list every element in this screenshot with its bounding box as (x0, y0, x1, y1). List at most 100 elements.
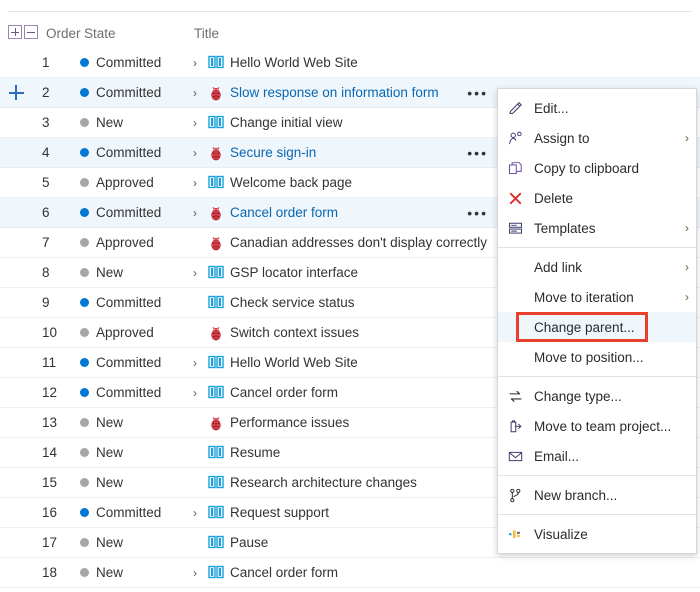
feature-icon-svg (208, 355, 224, 369)
feature-icon-svg (208, 445, 224, 459)
state-dot-icon (80, 208, 89, 217)
expand-all-button[interactable] (0, 24, 22, 42)
row-title-text[interactable]: Research architecture changes (230, 475, 417, 490)
state-dot-icon (80, 88, 89, 97)
chevron-right-icon[interactable]: › (190, 146, 206, 160)
row-title-text[interactable]: Hello World Web Site (230, 355, 358, 370)
row-title-text[interactable]: Welcome back page (230, 175, 352, 190)
menu-item-label: Visualize (534, 526, 588, 542)
feature-icon-svg (208, 535, 224, 549)
menu-item-label: New branch... (534, 487, 618, 503)
row-title-text[interactable]: Change initial view (230, 115, 343, 130)
close-x-icon-svg (509, 192, 522, 204)
table-row[interactable]: 1 Committed › Hello World Web Site (0, 48, 700, 78)
row-title-text[interactable]: Slow response on information form (230, 85, 439, 100)
menu-separator (498, 376, 696, 377)
row-title-text[interactable]: Performance issues (230, 415, 349, 430)
row-order-value: 16 (42, 505, 58, 520)
state-dot-icon (80, 568, 89, 577)
row-title-text[interactable]: Cancel order form (230, 565, 338, 580)
menu-item-edit[interactable]: Edit... (498, 93, 696, 123)
feature-icon-svg (208, 505, 224, 519)
row-order-value: 11 (42, 355, 57, 370)
context-menu[interactable]: Edit... Assign to › Copy to clipboard Delete… (497, 88, 697, 554)
menu-item-new-branch[interactable]: New branch... (498, 480, 696, 510)
row-state-label: New (96, 445, 124, 460)
menu-item-email[interactable]: Email... (498, 441, 696, 471)
templates-icon-svg (509, 222, 522, 234)
chevron-right-icon[interactable]: › (190, 206, 206, 220)
row-title-text[interactable]: Cancel order form (230, 385, 338, 400)
menu-item-assign-to[interactable]: Assign to › (498, 123, 696, 153)
chevron-right-icon[interactable]: › (190, 176, 206, 190)
row-state-label: Approved (96, 175, 154, 190)
row-expand-plus-button[interactable] (0, 85, 32, 100)
row-state-label: New (96, 115, 124, 130)
row-state-label: New (96, 535, 124, 550)
row-title-text[interactable]: Cancel order form (230, 205, 338, 220)
bug-icon-svg (211, 236, 221, 250)
menu-item-label: Copy to clipboard (534, 160, 640, 176)
row-order-value: 10 (42, 325, 58, 340)
menu-item-templates[interactable]: Templates › (498, 213, 696, 243)
row-title-text[interactable]: Resume (230, 445, 280, 460)
grid-header-row: Order State Title (0, 20, 700, 46)
row-more-actions-button[interactable]: ••• (467, 206, 488, 220)
bug-icon-svg (211, 326, 221, 340)
menu-item-copy-to-clipboard[interactable]: Copy to clipboard (498, 153, 696, 183)
minus-square-icon (24, 24, 38, 39)
state-dot-icon (80, 448, 89, 457)
feature-icon (206, 55, 226, 70)
feature-icon (206, 295, 226, 310)
menu-item-change-parent[interactable]: Change parent... (498, 312, 696, 342)
bug-icon (206, 145, 226, 161)
bug-icon (206, 205, 226, 221)
menu-item-delete[interactable]: Delete (498, 183, 696, 213)
feature-icon-svg (208, 565, 224, 579)
row-more-actions-button[interactable]: ••• (467, 86, 488, 100)
chevron-right-icon[interactable]: › (190, 566, 206, 580)
table-row[interactable]: 18 New › Cancel order form (0, 558, 700, 588)
row-state-label: New (96, 475, 124, 490)
row-title-text[interactable]: Canadian addresses don't display correct… (230, 235, 487, 250)
bug-icon (206, 85, 226, 101)
row-order-value: 17 (42, 535, 58, 550)
chevron-right-icon[interactable]: › (190, 506, 206, 520)
row-state-label: Committed (96, 295, 162, 310)
chevron-right-icon[interactable]: › (190, 86, 206, 100)
menu-item-change-type[interactable]: Change type... (498, 381, 696, 411)
row-title-text[interactable]: Pause (230, 535, 268, 550)
row-title-text[interactable]: Hello World Web Site (230, 55, 358, 70)
row-title-text[interactable]: Request support (230, 505, 329, 520)
menu-item-move-to-team-project[interactable]: Move to team project... (498, 411, 696, 441)
chevron-right-icon[interactable]: › (190, 56, 206, 70)
chevron-right-icon[interactable]: › (190, 116, 206, 130)
chevron-right-icon[interactable]: › (190, 356, 206, 370)
column-header-order[interactable]: Order (32, 26, 81, 41)
row-title-text[interactable]: GSP locator interface (230, 265, 358, 280)
swap-icon (508, 389, 534, 404)
menu-item-visualize[interactable]: Visualize (498, 519, 696, 549)
menu-item-move-to-iteration[interactable]: Move to iteration › (498, 282, 696, 312)
menu-separator (498, 475, 696, 476)
row-state-label: Committed (96, 505, 162, 520)
menu-item-move-to-position[interactable]: Move to position... (498, 342, 696, 372)
row-state-cell: Approved (80, 325, 190, 340)
feature-icon (206, 535, 226, 550)
menu-item-label: Change parent... (534, 319, 635, 335)
row-state-cell: New (80, 115, 190, 130)
row-state-label: Committed (96, 355, 162, 370)
row-title-text[interactable]: Secure sign-in (230, 145, 316, 160)
menu-item-add-link[interactable]: Add link › (498, 252, 696, 282)
row-state-label: Committed (96, 205, 162, 220)
row-order-value: 12 (42, 385, 58, 400)
column-header-state[interactable]: State (80, 26, 190, 41)
row-title-text[interactable]: Check service status (230, 295, 355, 310)
row-title-text[interactable]: Switch context issues (230, 325, 359, 340)
column-header-title[interactable]: Title (190, 26, 700, 41)
chevron-right-icon[interactable]: › (190, 386, 206, 400)
row-more-actions-button[interactable]: ••• (467, 146, 488, 160)
bug-icon-svg (211, 416, 221, 430)
row-state-label: Committed (96, 385, 162, 400)
chevron-right-icon[interactable]: › (190, 266, 206, 280)
